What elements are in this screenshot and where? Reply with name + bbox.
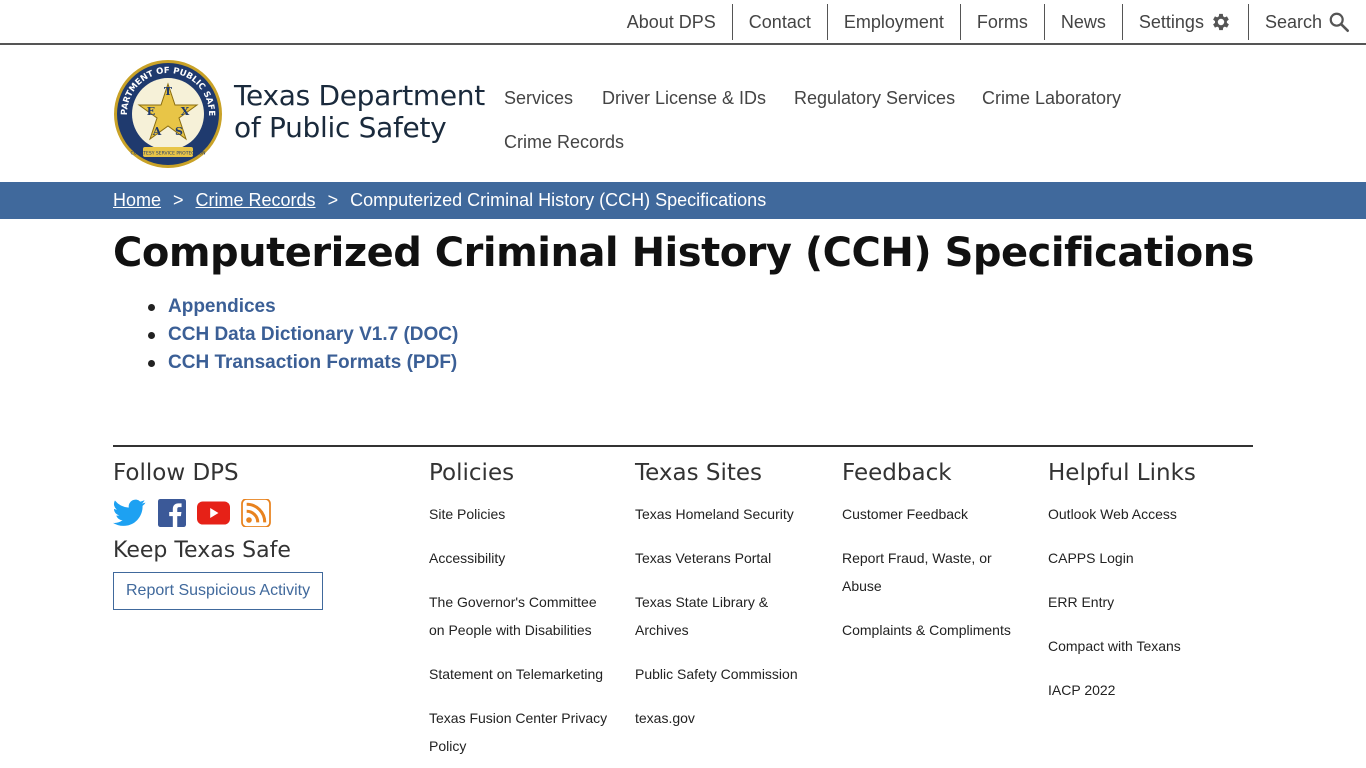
seal-letter-a: A <box>152 125 162 138</box>
social-links <box>113 498 323 528</box>
youtube-icon[interactable] <box>197 498 230 528</box>
search-label: Search <box>1264 11 1322 32</box>
search-icon <box>1328 11 1350 33</box>
utility-bar: About DPS Contact Employment Forms News … <box>0 0 1366 45</box>
telemarketing-link[interactable]: Statement on Telemarketing <box>429 660 614 688</box>
news-link[interactable]: News <box>1045 4 1123 40</box>
about-dps-link[interactable]: About DPS <box>611 4 733 40</box>
footer-helpful-links: Helpful Links Outlook Web Access CAPPS L… <box>1048 460 1228 720</box>
public-safety-commission-link[interactable]: Public Safety Commission <box>635 660 815 688</box>
helpful-links-heading: Helpful Links <box>1048 460 1196 486</box>
state-library-link[interactable]: Texas State Library & Archives <box>635 588 815 644</box>
policies-heading: Policies <box>429 460 515 486</box>
document-list: Appendices CCH Data Dictionary V1.7 (DOC… <box>148 296 458 380</box>
appendices-link[interactable]: Appendices <box>168 296 276 317</box>
customer-feedback-link[interactable]: Customer Feedback <box>842 500 1027 528</box>
breadcrumb: Home > Crime Records > Computerized Crim… <box>0 182 1366 219</box>
site-name-line2: of Public Safety <box>234 111 447 144</box>
breadcrumb-separator: > <box>327 190 339 210</box>
compact-with-texans-link[interactable]: Compact with Texans <box>1048 632 1228 660</box>
texas-sites-heading: Texas Sites <box>635 460 763 486</box>
nav-crime-records[interactable]: Crime Records <box>504 132 624 153</box>
footer-follow: Follow DPS Keep Texas Safe Report Suspic… <box>113 460 324 610</box>
settings-label: Settings <box>1138 11 1204 32</box>
seal-letter-e: E <box>147 105 155 118</box>
forms-link[interactable]: Forms <box>961 4 1045 40</box>
list-item: CCH Transaction Formats (PDF) <box>148 352 458 380</box>
utility-nav: About DPS Contact Employment Forms News … <box>611 4 1354 40</box>
footer-divider <box>113 445 1253 447</box>
site-header: DEPARTMENT OF PUBLIC SAFETY T E X A S CO… <box>0 46 1366 182</box>
news-label: News <box>1060 11 1106 32</box>
seal-letter-x: X <box>181 105 190 118</box>
footer-texas-sites: Texas Sites Texas Homeland Security Texa… <box>635 460 815 748</box>
site-name[interactable]: Texas Department of Public Safety <box>234 80 485 144</box>
page-title: Computerized Criminal History (CCH) Spec… <box>113 230 1254 276</box>
breadcrumb-separator: > <box>173 190 184 210</box>
list-item: Appendices <box>148 296 458 324</box>
employment-link[interactable]: Employment <box>828 4 961 40</box>
about-dps-label: About DPS <box>626 11 716 32</box>
breadcrumb-home[interactable]: Home <box>113 190 161 211</box>
nav-regulatory-services[interactable]: Regulatory Services <box>794 88 955 109</box>
policies-links: Site Policies Accessibility The Governor… <box>429 500 614 760</box>
settings-button[interactable]: Settings <box>1123 4 1249 40</box>
outlook-web-access-link[interactable]: Outlook Web Access <box>1048 500 1228 528</box>
report-suspicious-activity-button[interactable]: Report Suspicious Activity <box>113 572 324 610</box>
site-name-line1: Texas Department <box>234 79 485 112</box>
facebook-icon[interactable] <box>155 498 188 528</box>
bullet-icon <box>148 332 155 339</box>
governors-committee-link[interactable]: The Governor's Committee on People with … <box>429 588 614 644</box>
breadcrumb-crime-records[interactable]: Crime Records <box>196 190 316 211</box>
err-entry-link[interactable]: ERR Entry <box>1048 588 1228 616</box>
data-dictionary-link[interactable]: CCH Data Dictionary V1.7 (DOC) <box>168 324 458 345</box>
search-button[interactable]: Search <box>1249 4 1354 40</box>
forms-label: Forms <box>976 11 1028 32</box>
bullet-icon <box>148 304 155 311</box>
transaction-formats-link[interactable]: CCH Transaction Formats (PDF) <box>168 352 457 373</box>
helpful-links: Outlook Web Access CAPPS Login ERR Entry… <box>1048 500 1228 704</box>
keep-texas-safe-heading: Keep Texas Safe <box>113 538 291 563</box>
dps-seal-logo[interactable]: DEPARTMENT OF PUBLIC SAFETY T E X A S CO… <box>109 52 223 169</box>
nav-services[interactable]: Services <box>504 88 573 109</box>
texas-gov-link[interactable]: texas.gov <box>635 704 815 732</box>
veterans-portal-link[interactable]: Texas Veterans Portal <box>635 544 815 572</box>
footer-policies: Policies Site Policies Accessibility The… <box>429 460 614 768</box>
list-item: CCH Data Dictionary V1.7 (DOC) <box>148 324 458 352</box>
nav-crime-laboratory[interactable]: Crime Laboratory <box>982 88 1121 109</box>
contact-link[interactable]: Contact <box>733 4 828 40</box>
contact-label: Contact <box>748 11 811 32</box>
accessibility-link[interactable]: Accessibility <box>429 544 614 572</box>
site-policies-link[interactable]: Site Policies <box>429 500 614 528</box>
seal-letter-t: T <box>164 85 173 98</box>
seal-letter-s: S <box>175 125 183 138</box>
report-fraud-link[interactable]: Report Fraud, Waste, or Abuse <box>842 544 1027 600</box>
twitter-icon[interactable] <box>113 498 146 528</box>
fusion-center-privacy-link[interactable]: Texas Fusion Center Privacy Policy <box>429 704 614 760</box>
feedback-heading: Feedback <box>842 460 952 486</box>
seal-text-bottom: COURTESY SERVICE PROTECTION <box>131 151 206 157</box>
feedback-links: Customer Feedback Report Fraud, Waste, o… <box>842 500 1027 644</box>
homeland-security-link[interactable]: Texas Homeland Security <box>635 500 815 528</box>
capps-login-link[interactable]: CAPPS Login <box>1048 544 1228 572</box>
rss-icon[interactable] <box>239 498 272 528</box>
employment-label: Employment <box>843 11 944 32</box>
follow-heading: Follow DPS <box>113 460 239 486</box>
nav-driver-license[interactable]: Driver License & IDs <box>602 88 766 109</box>
complaints-compliments-link[interactable]: Complaints & Compliments <box>842 616 1027 644</box>
gear-icon <box>1210 11 1232 33</box>
bullet-icon <box>148 360 155 367</box>
breadcrumb-current: Computerized Criminal History (CCH) Spec… <box>350 190 767 210</box>
footer-feedback: Feedback Customer Feedback Report Fraud,… <box>842 460 1027 660</box>
iacp-2022-link[interactable]: IACP 2022 <box>1048 676 1228 704</box>
texas-sites-links: Texas Homeland Security Texas Veterans P… <box>635 500 815 732</box>
